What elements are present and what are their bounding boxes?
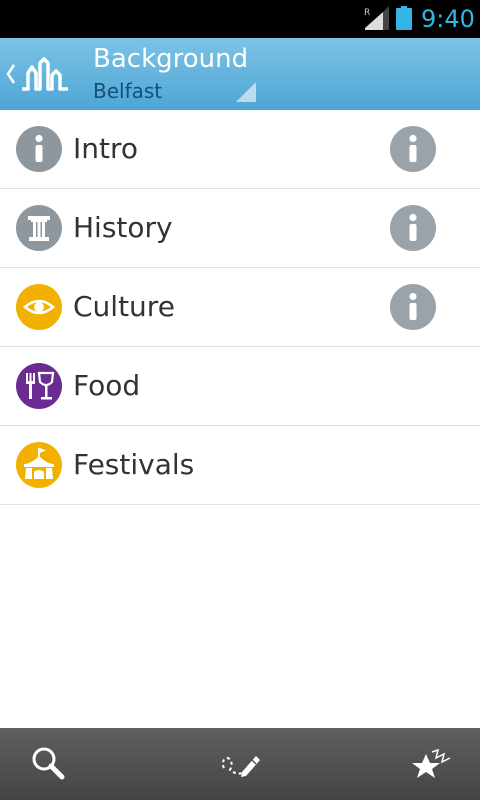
info-button[interactable] (390, 284, 436, 330)
favorites-button[interactable] (380, 728, 480, 800)
list-item-label: Festivals (73, 448, 195, 481)
roaming-indicator: R (364, 8, 370, 18)
info-icon (16, 126, 62, 172)
route-edit-icon (221, 756, 260, 777)
search-button[interactable] (0, 728, 100, 800)
up-chevron-icon[interactable] (6, 63, 16, 85)
info-button[interactable] (390, 205, 436, 251)
info-icon (409, 292, 417, 320)
battery-icon (396, 6, 412, 30)
list-item-culture[interactable]: Culture (0, 268, 480, 347)
route-edit-button[interactable] (190, 728, 290, 800)
page-title[interactable]: Background (93, 44, 248, 74)
fork-and-wine-icon (16, 363, 62, 409)
status-bar: R 9:40 (0, 0, 480, 38)
search-icon (32, 747, 65, 780)
tent-icon (16, 442, 62, 488)
list-item-history[interactable]: History (0, 189, 480, 268)
favorites-icon (412, 748, 451, 778)
spinner-arrow-icon[interactable] (236, 82, 256, 102)
list-item-intro[interactable]: Intro (0, 110, 480, 189)
list-item-label: Intro (73, 132, 139, 165)
info-icon (409, 134, 417, 162)
list-item-food[interactable]: Food (0, 347, 480, 426)
list-item-label: Culture (73, 290, 175, 323)
column-icon (16, 205, 62, 251)
list-item-label: History (73, 211, 173, 244)
skyline-logo-icon[interactable] (20, 55, 70, 93)
signal-icon: R (364, 6, 389, 30)
section-list: Intro History Culture Food Festivals (0, 110, 480, 505)
list-item-festivals[interactable]: Festivals (0, 426, 480, 505)
list-item-label: Food (73, 369, 141, 402)
bottom-toolbar (0, 728, 480, 800)
info-icon (409, 213, 417, 241)
status-clock: 9:40 (421, 5, 475, 33)
page-subtitle[interactable]: Belfast (93, 79, 162, 103)
eye-icon (16, 284, 62, 330)
info-button[interactable] (390, 126, 436, 172)
